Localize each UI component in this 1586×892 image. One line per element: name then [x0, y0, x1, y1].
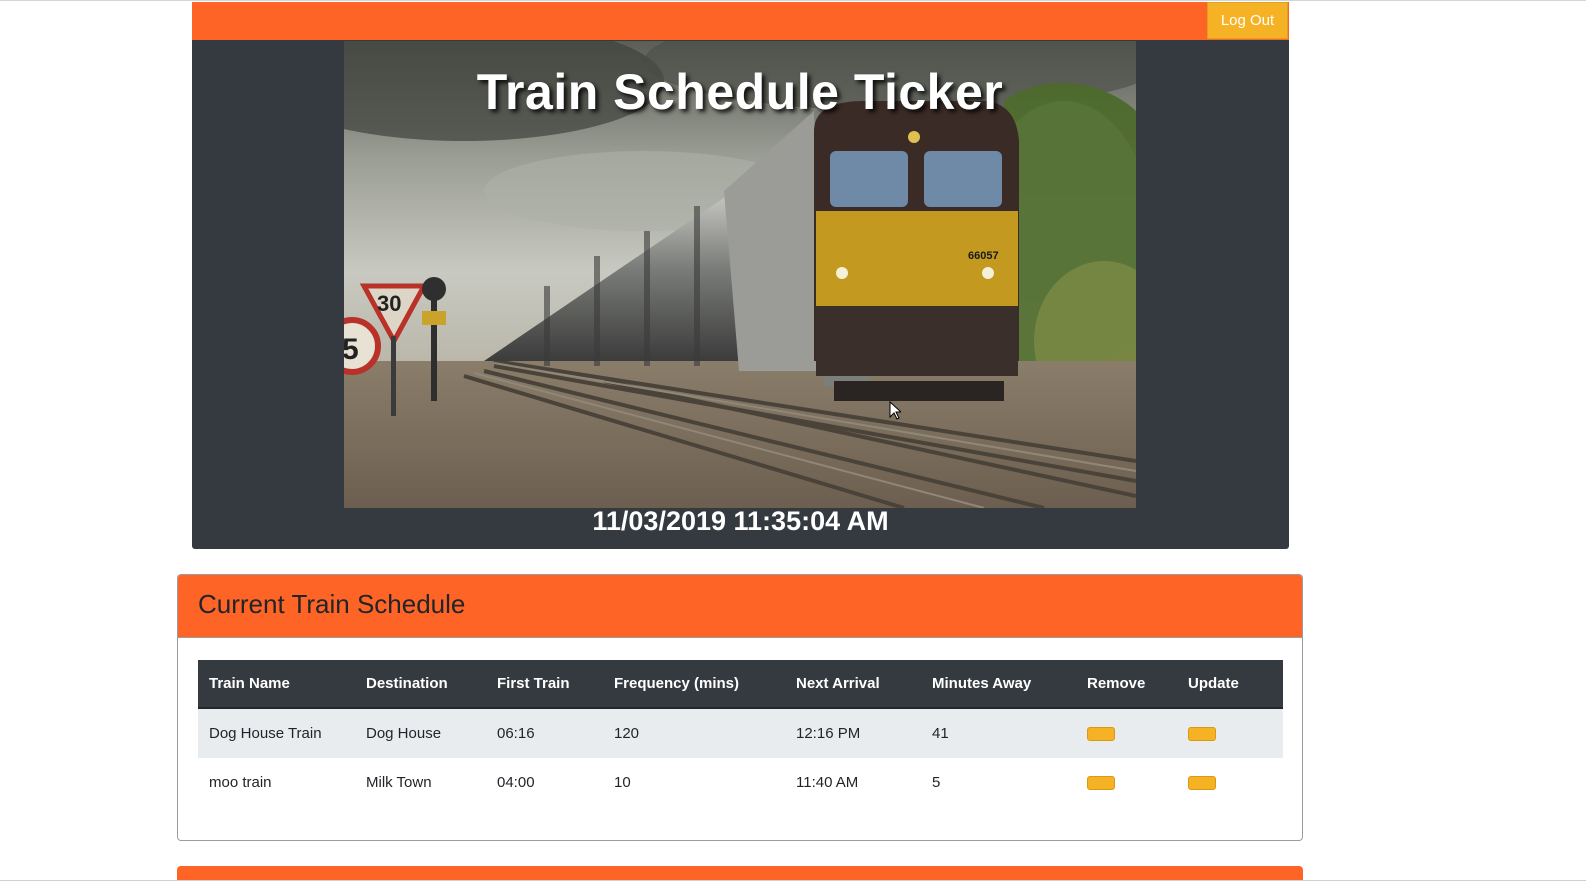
hero-title: Train Schedule Ticker — [476, 64, 1004, 120]
logout-button[interactable]: Log Out — [1207, 2, 1288, 39]
cell-destination: Milk Town — [366, 774, 432, 791]
column-header-first-train: First Train — [486, 660, 603, 709]
cell-remove — [1076, 758, 1177, 807]
cell-frequency: 120 — [603, 708, 785, 758]
mouse-cursor-icon — [889, 401, 901, 420]
table-row: Dog House Train Dog House 06:16 120 12:1… — [198, 708, 1283, 758]
column-header-next-arrival: Next Arrival — [785, 660, 921, 709]
next-card-header — [177, 866, 1303, 880]
schedule-card-header: Current Train Schedule — [178, 575, 1302, 638]
schedule-title: Current Train Schedule — [198, 589, 466, 619]
remove-button[interactable] — [1087, 727, 1115, 742]
remove-button[interactable] — [1087, 776, 1115, 791]
top-divider — [0, 0, 1586, 1]
cell-update — [1177, 758, 1283, 807]
bottom-divider — [0, 880, 1586, 881]
table-row: moo train Milk Town 04:00 10 11:40 AM 5 — [198, 758, 1283, 807]
cell-destination: Dog House — [355, 708, 486, 758]
update-button[interactable] — [1188, 776, 1216, 791]
cell-first-train: 04:00 — [497, 774, 535, 791]
column-header-update: Update — [1177, 660, 1283, 709]
cell-train-name: moo train — [209, 774, 272, 791]
cell-train-name: Dog House Train — [198, 708, 355, 758]
schedule-table: Train Name Destination First Train Frequ… — [198, 660, 1283, 807]
cell-frequency: 10 — [614, 774, 631, 791]
cell-remove — [1076, 708, 1177, 758]
current-datetime: 11/03/2019 11:35:04 AM — [592, 506, 889, 536]
top-navbar: Log Out — [192, 2, 1289, 40]
speed-sign-text: 30 — [377, 291, 401, 316]
cell-minutes-away: 5 — [932, 774, 941, 791]
column-header-destination: Destination — [355, 660, 486, 709]
column-header-train-name: Train Name — [198, 660, 355, 709]
update-button[interactable] — [1188, 727, 1216, 742]
column-header-remove: Remove — [1076, 660, 1177, 709]
cell-first-train: 06:16 — [486, 708, 603, 758]
table-header-row: Train Name Destination First Train Frequ… — [198, 660, 1283, 709]
cell-next-arrival: 11:40 AM — [796, 774, 859, 791]
train-photo: 66057 30 5 Train Schedule Ticker — [344, 41, 1136, 508]
loco-number: 66057 — [968, 250, 999, 262]
hero-jumbotron: 66057 30 5 Train Schedule Ticker 11/03/2… — [192, 40, 1289, 549]
column-header-frequency: Frequency (mins) — [603, 660, 785, 709]
cell-update — [1177, 708, 1283, 758]
cell-next-arrival: 12:16 PM — [785, 708, 921, 758]
column-header-minutes-away: Minutes Away — [921, 660, 1076, 709]
schedule-card: Current Train Schedule Train Name Destin… — [177, 574, 1303, 841]
cell-minutes-away: 41 — [921, 708, 1076, 758]
round-sign-text: 5 — [344, 333, 359, 366]
